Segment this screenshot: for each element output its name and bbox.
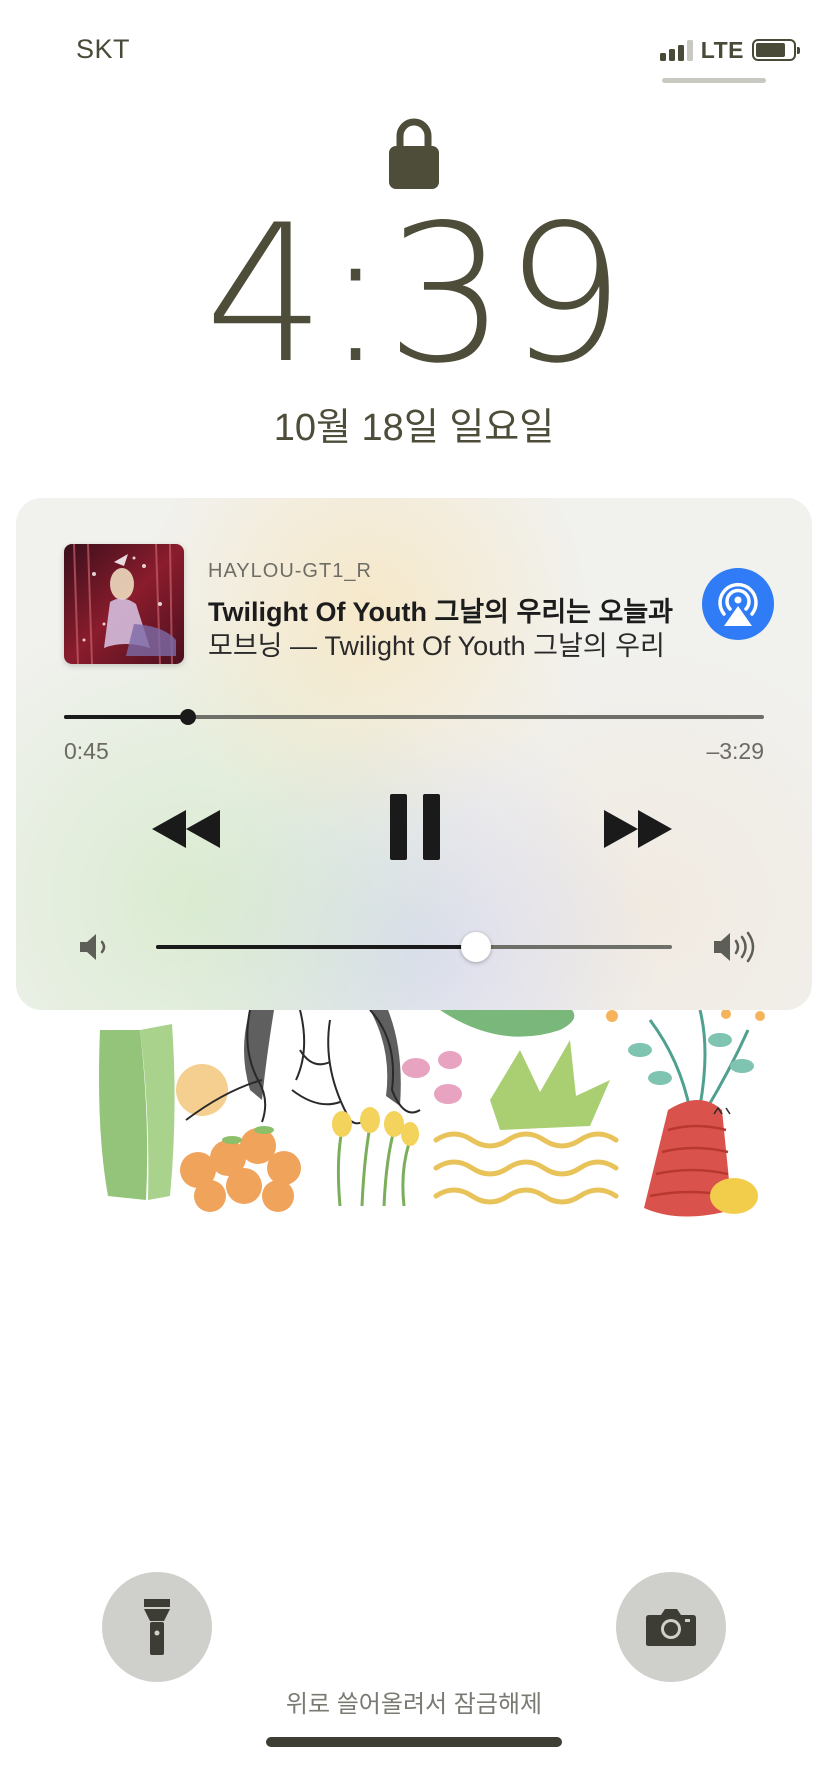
lock-screen-time: 4:39 — [204, 184, 626, 405]
rewind-icon — [152, 810, 220, 848]
pause-button[interactable] — [390, 794, 442, 860]
speaker-high-icon — [712, 930, 758, 964]
next-track-button[interactable] — [602, 808, 674, 850]
battery-icon — [752, 39, 800, 61]
airplay-button[interactable] — [702, 568, 774, 640]
output-device-name: HAYLOU-GT1_R — [208, 560, 372, 582]
home-indicator[interactable] — [266, 1737, 562, 1747]
track-artist-album: 모브닝 — Twilight Of Youth 그날의 우리 — [208, 631, 665, 661]
wallpaper-illustration — [0, 1009, 828, 1230]
playback-progress-fill — [64, 715, 188, 719]
volume-slider-fill — [156, 945, 476, 949]
swipe-up-to-unlock-hint: 위로 쓸어올려서 잠금해제 — [285, 1691, 543, 1718]
playback-scrubber[interactable] — [179, 709, 196, 725]
elapsed-time: 0:45 — [64, 738, 109, 764]
volume-slider-thumb[interactable] — [460, 932, 491, 962]
battery-level-fill — [756, 43, 785, 57]
lock-screen-date: 10월 18일 일요일 — [273, 407, 555, 449]
now-playing-widget[interactable]: HAYLOU-GT1_R Twilight Of Youth 그날의 우리는 오… — [16, 498, 812, 1010]
camera-icon — [646, 1609, 696, 1646]
fast-forward-icon — [604, 810, 672, 848]
flashlight-icon — [144, 1599, 170, 1655]
carrier-label: SKT — [76, 34, 131, 64]
network-type-label: LTE — [700, 36, 744, 63]
airplay-audio-icon — [718, 583, 758, 626]
speaker-low-icon — [78, 932, 112, 962]
remaining-time: –3:29 — [706, 738, 764, 764]
control-center-grabber[interactable] — [662, 78, 766, 83]
status-indicators: LTE — [659, 36, 800, 64]
lock-icon — [388, 114, 440, 190]
signal-strength-icon — [659, 39, 693, 61]
pause-icon — [390, 794, 440, 860]
previous-track-button[interactable] — [150, 808, 222, 850]
flashlight-button[interactable] — [102, 1572, 212, 1682]
album-artwork[interactable] — [64, 544, 184, 664]
camera-button[interactable] — [616, 1572, 726, 1682]
